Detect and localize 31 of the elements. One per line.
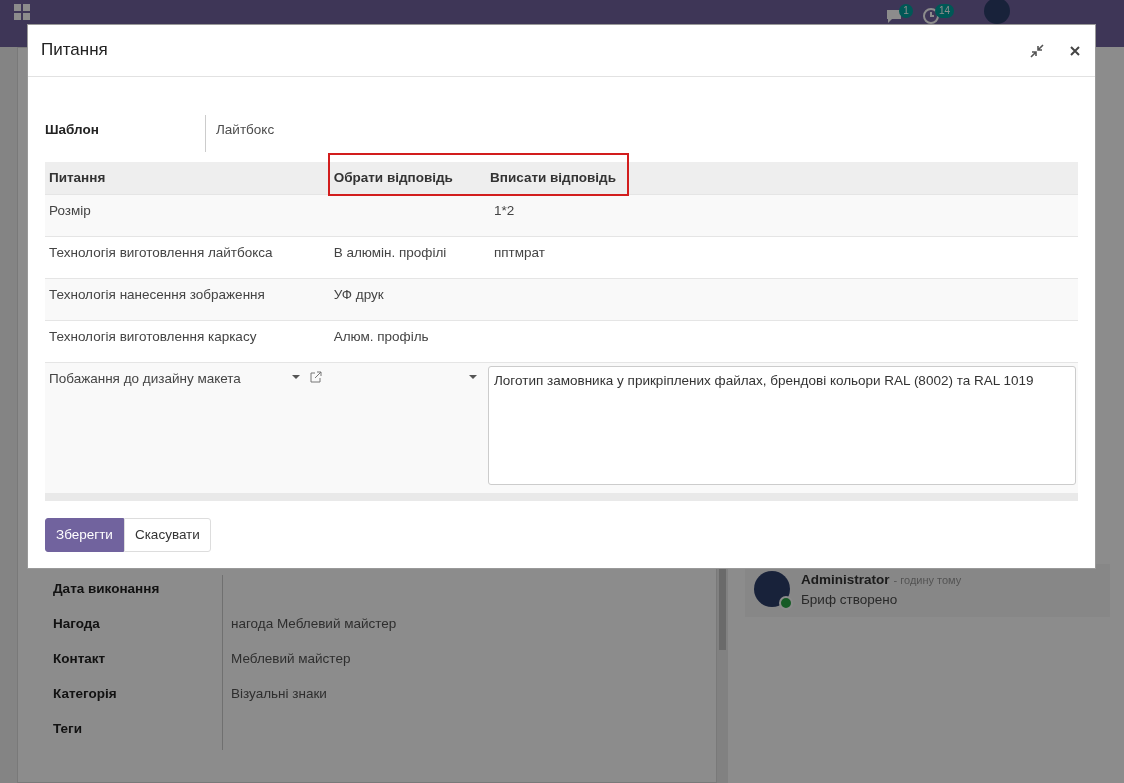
cancel-button[interactable]: Скасувати: [123, 517, 211, 552]
field-label: Теги: [53, 720, 83, 738]
dialog-title: Питання: [41, 40, 109, 61]
field-value: Меблевий майстер: [231, 651, 351, 666]
question-text: Технологія виготовлення лайтбокса: [49, 243, 274, 262]
question-text: Розмір: [49, 201, 92, 220]
field-value: нагода Меблевий майстер: [231, 616, 397, 631]
answer-textarea[interactable]: Логотип замовника у прикріплених файлах, брендові кольори RAL (8002) та RAL 1019: [488, 365, 1076, 485]
field-label: Нагода: [53, 615, 101, 633]
column-header: Вписати відповідь: [490, 169, 616, 185]
save-button[interactable]: Зберегти: [45, 517, 124, 552]
field-value: Візуальні знаки: [231, 686, 327, 701]
question-text: Побажання до дизайну макета: [49, 369, 242, 388]
author-name: Administrator: [801, 572, 890, 587]
choice-value: Алюм. профіль: [333, 328, 429, 344]
field-value: Лайтбокс: [216, 122, 275, 137]
field-label: Шаблон: [45, 121, 100, 139]
question-text: Технологія виготовлення каркасу: [49, 327, 258, 346]
choice-value: УФ друк: [333, 286, 384, 302]
choice-value: В алюмін. профілі: [333, 244, 447, 260]
field-label: Контакт: [53, 650, 107, 668]
column-header: Обрати відповідь: [333, 169, 453, 185]
field-label: Категорія: [53, 685, 118, 703]
question-text: Технологія нанесення зображення: [49, 285, 266, 304]
field-label: Дата виконання: [53, 580, 161, 598]
count-badge: 1: [899, 4, 913, 18]
count-badge: 14: [934, 4, 954, 18]
column-header: Питання: [49, 169, 106, 185]
answer-value: 1*2: [493, 202, 515, 218]
message-text: Бриф створено: [801, 591, 899, 610]
answer-value: пптмрат: [493, 244, 545, 260]
